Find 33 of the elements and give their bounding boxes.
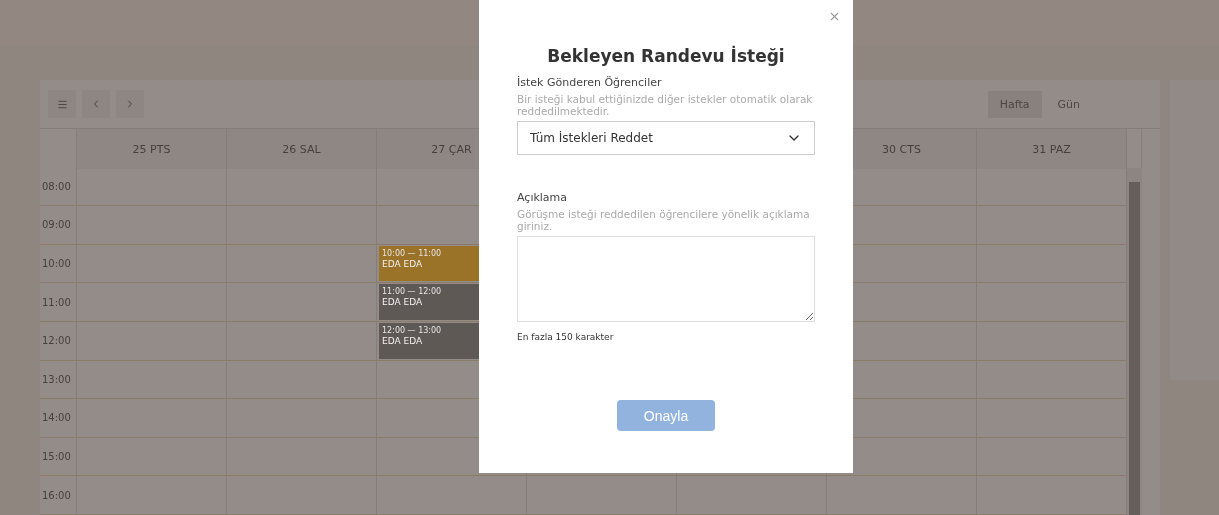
event-name: EDA EDA <box>382 335 424 346</box>
time-label: 11:00 <box>40 283 77 322</box>
time-label: 10:00 <box>40 244 77 284</box>
time-label: 14:00 <box>40 399 77 438</box>
field-hint: Görüşme isteği reddedilen öğrencilere yönelik açıklama giriniz. <box>517 208 811 233</box>
event-time: 10:00 — 11:00 <box>382 248 443 258</box>
time-label: 08:00 <box>40 167 77 207</box>
close-icon <box>828 10 841 23</box>
note-field[interactable] <box>517 236 815 323</box>
time-label: 13:00 <box>40 360 77 400</box>
menu-button[interactable] <box>48 90 76 118</box>
event-time: 11:00 — 12:00 <box>382 287 443 297</box>
students-select[interactable]: Tüm İstekleri Reddet <box>517 121 815 156</box>
time-label: 09:00 <box>40 206 77 245</box>
scrollbar-thumb[interactable] <box>1129 181 1140 515</box>
event-name: EDA EDA <box>382 297 424 308</box>
day-header: 26 SAL <box>227 129 377 169</box>
field-label: Açıklama <box>517 191 569 205</box>
close-button[interactable] <box>828 10 841 23</box>
previous-button[interactable] <box>82 90 110 118</box>
field-label: İstek Gönderen Öğrenciler <box>517 76 663 89</box>
event-name: EDA EDA <box>382 258 424 269</box>
time-label: 16:00 <box>40 476 77 515</box>
menu-icon <box>56 98 68 110</box>
time-label: 15:00 <box>40 437 77 477</box>
scrollbar[interactable] <box>1127 167 1142 515</box>
event-time: 12:00 — 13:00 <box>382 325 443 335</box>
time-label: 12:00 <box>40 321 77 361</box>
day-header: 25 PTS <box>77 129 227 169</box>
modal-title: Bekleyen Randevu İsteği <box>546 46 786 66</box>
next-button[interactable] <box>116 90 144 118</box>
day-header: 31 PAZ <box>977 129 1127 169</box>
field-hint: Bir isteği kabul ettiğinizde diğer istekler otomatik olarak reddedilmektedir. <box>517 93 814 118</box>
